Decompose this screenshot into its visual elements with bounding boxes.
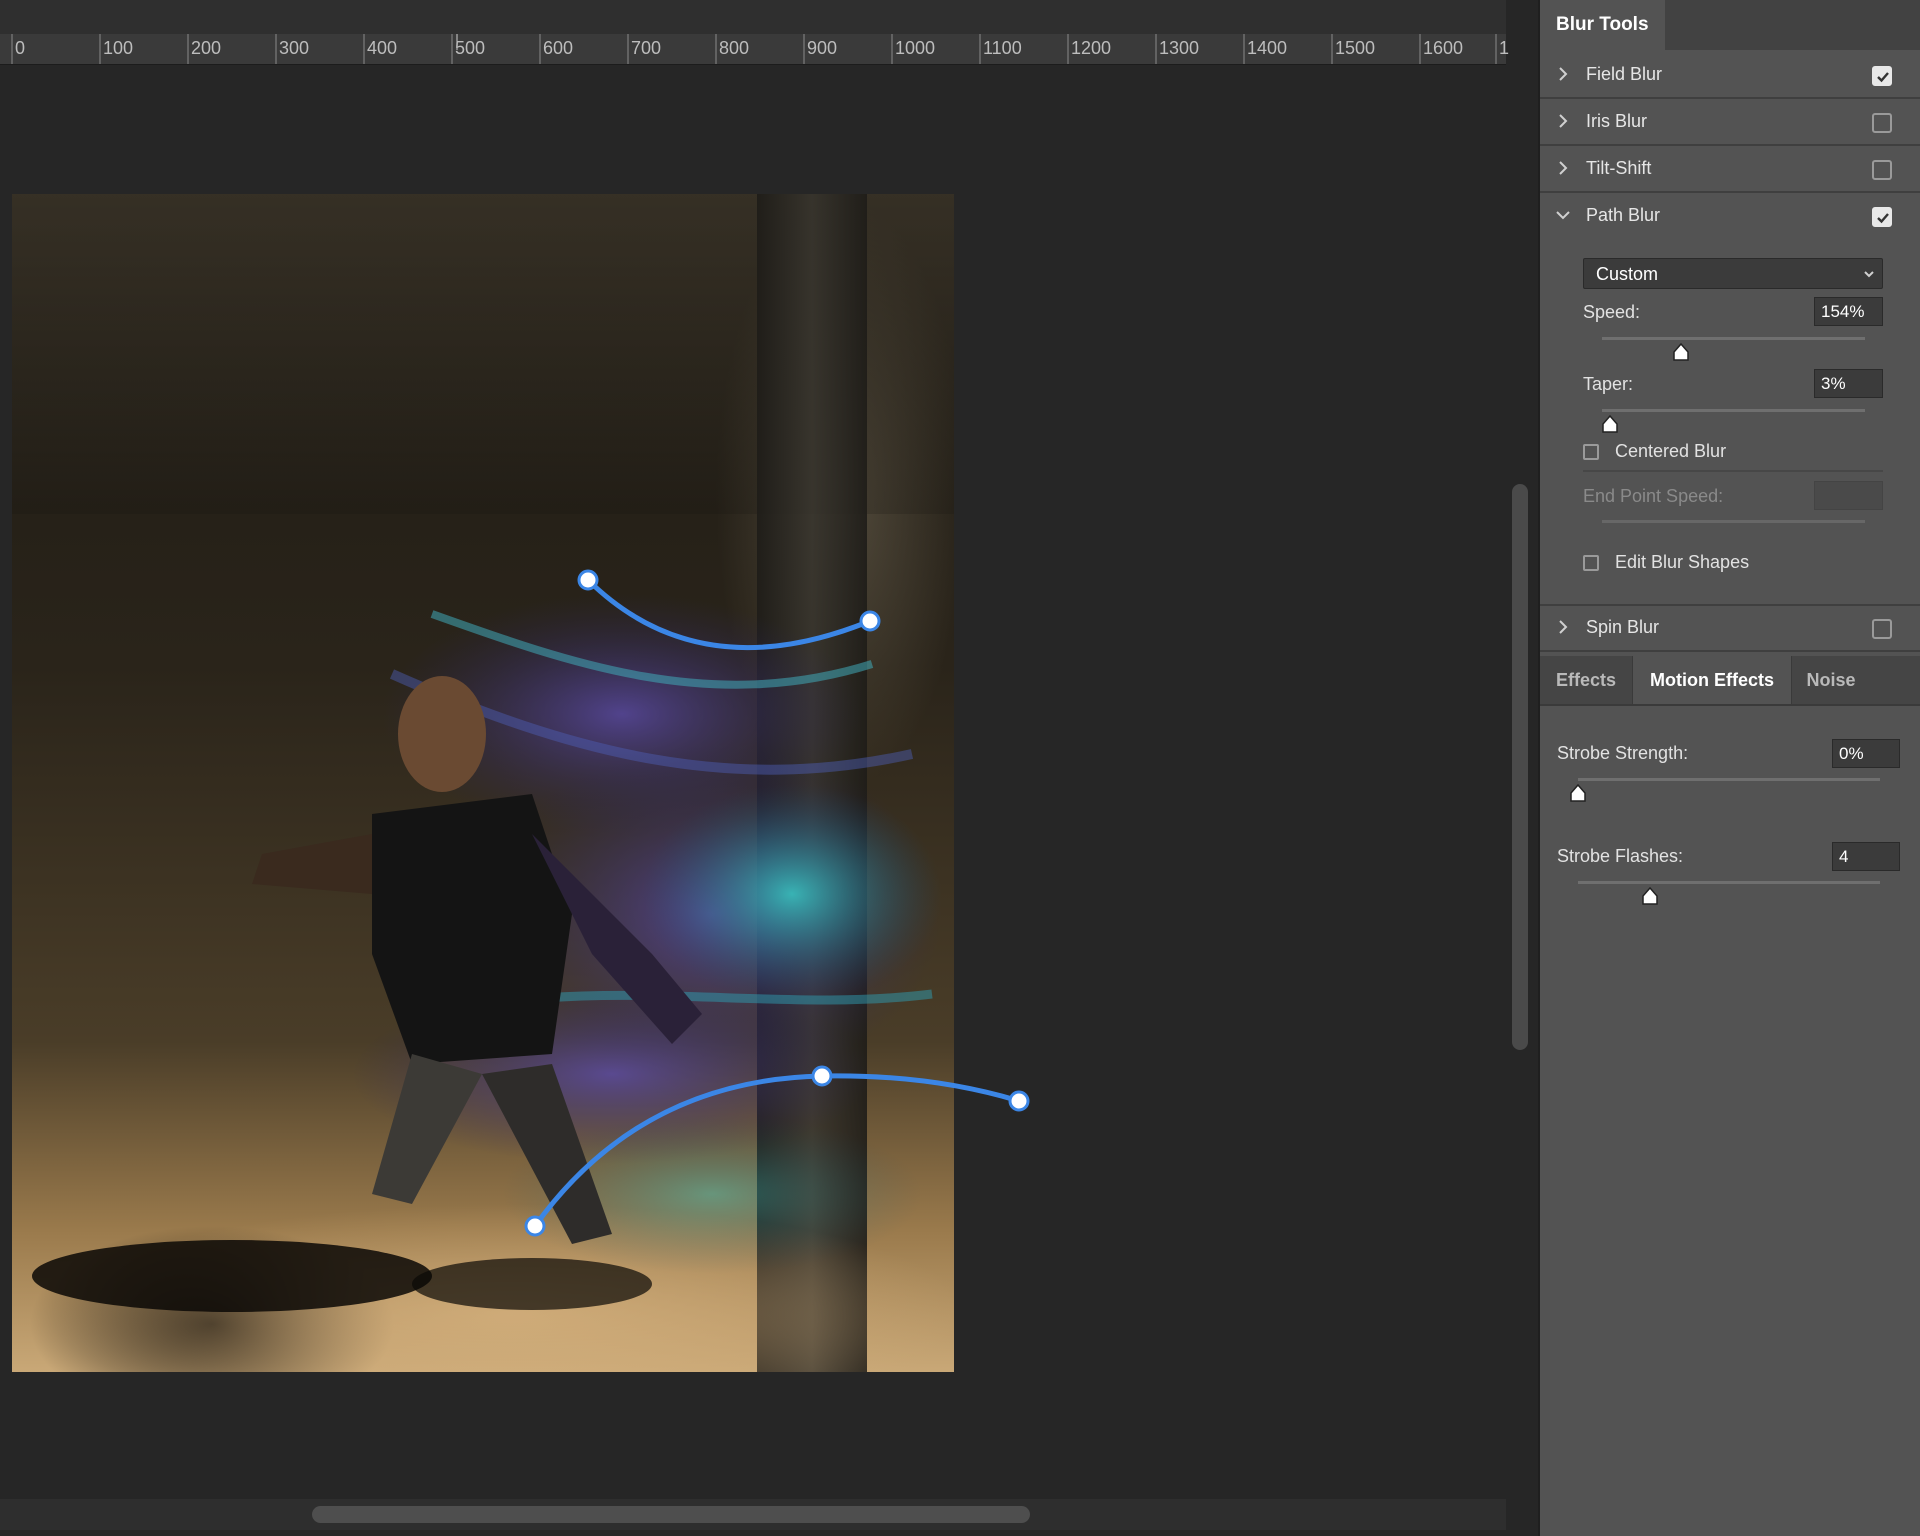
tilt-shift-checkbox[interactable]	[1872, 160, 1892, 180]
chevron-right-icon[interactable]	[1554, 159, 1572, 177]
panel-header: Blur Tools	[1540, 0, 1920, 50]
strobe-flashes-slider-thumb[interactable]	[1641, 886, 1659, 906]
tab-motion-effects[interactable]: Motion Effects	[1632, 656, 1792, 704]
section-tilt-shift[interactable]: Tilt-Shift	[1540, 147, 1920, 193]
strobe-strength-label: Strobe Strength:	[1557, 743, 1689, 763]
taper-label: Taper:	[1583, 374, 1634, 394]
checkmark-icon	[1877, 213, 1889, 224]
vertical-scroll-thumb[interactable]	[1512, 484, 1528, 1050]
end-point-speed-input	[1814, 481, 1883, 510]
effects-tab-bar: Effects Motion Effects Noise	[1540, 656, 1920, 706]
taper-slider[interactable]	[1602, 409, 1865, 412]
divider	[1583, 470, 1883, 472]
edit-blur-shapes-checkbox[interactable]	[1583, 555, 1599, 571]
strobe-strength-slider-thumb[interactable]	[1569, 783, 1587, 803]
panel-title-tab[interactable]: Blur Tools	[1540, 0, 1665, 50]
horizontal-scroll-thumb[interactable]	[312, 1506, 1030, 1523]
preset-value: Custom	[1596, 264, 1659, 284]
path-blur-preset-select[interactable]: Custom	[1583, 258, 1883, 289]
centered-blur-checkbox[interactable]	[1583, 444, 1599, 460]
strobe-flashes-input[interactable]: 4	[1832, 842, 1900, 871]
section-label: Iris Blur	[1586, 111, 1648, 131]
path-handle[interactable]	[524, 1215, 546, 1237]
spin-blur-checkbox[interactable]	[1872, 619, 1892, 639]
tab-effects[interactable]: Effects	[1540, 656, 1632, 704]
iris-blur-checkbox[interactable]	[1872, 113, 1892, 133]
chevron-down-icon[interactable]	[1554, 206, 1572, 224]
blur-path-1[interactable]	[586, 578, 871, 651]
chevron-right-icon[interactable]	[1554, 65, 1572, 83]
section-label: Spin Blur	[1586, 617, 1660, 637]
path-handle[interactable]	[577, 569, 599, 591]
strobe-flashes-label: Strobe Flashes:	[1557, 846, 1684, 866]
path-handle[interactable]	[859, 610, 881, 632]
taper-input[interactable]: 3%	[1814, 369, 1883, 398]
edit-blur-shapes-label: Edit Blur Shapes	[1615, 552, 1750, 572]
chevron-down-icon	[1864, 271, 1874, 278]
blur-path-2[interactable]	[532, 1073, 1020, 1228]
chevron-right-icon[interactable]	[1554, 112, 1572, 130]
blur-tools-panel: Blur Tools Field Blur Iris Blur Tilt-Shi…	[1538, 0, 1920, 1536]
path-handle[interactable]	[1008, 1090, 1030, 1112]
path-handle[interactable]	[811, 1065, 833, 1087]
speed-label: Speed:	[1583, 302, 1641, 322]
taper-slider-thumb[interactable]	[1601, 414, 1619, 434]
path-blur-checkbox[interactable]	[1872, 207, 1892, 227]
centered-blur-label: Centered Blur	[1615, 441, 1727, 461]
section-label: Path Blur	[1586, 205, 1661, 225]
speed-slider-thumb[interactable]	[1672, 342, 1690, 362]
section-label: Field Blur	[1586, 64, 1663, 84]
end-point-speed-label: End Point Speed:	[1583, 486, 1724, 506]
section-label: Tilt-Shift	[1586, 158, 1652, 178]
speed-slider[interactable]	[1602, 337, 1865, 340]
strobe-strength-input[interactable]: 0%	[1832, 739, 1900, 768]
section-spin-blur[interactable]: Spin Blur	[1540, 604, 1920, 652]
checkmark-icon	[1877, 72, 1889, 83]
section-field-blur[interactable]: Field Blur	[1540, 53, 1920, 99]
field-blur-checkbox[interactable]	[1872, 66, 1892, 86]
tab-noise[interactable]: Noise	[1790, 656, 1872, 704]
strobe-strength-slider[interactable]	[1578, 778, 1880, 781]
chevron-right-icon[interactable]	[1554, 618, 1572, 636]
section-iris-blur[interactable]: Iris Blur	[1540, 100, 1920, 146]
strobe-flashes-slider[interactable]	[1578, 881, 1880, 884]
speed-input[interactable]: 154%	[1814, 297, 1883, 326]
end-point-speed-slider	[1602, 520, 1865, 523]
section-path-blur[interactable]: Path Blur	[1540, 194, 1920, 240]
